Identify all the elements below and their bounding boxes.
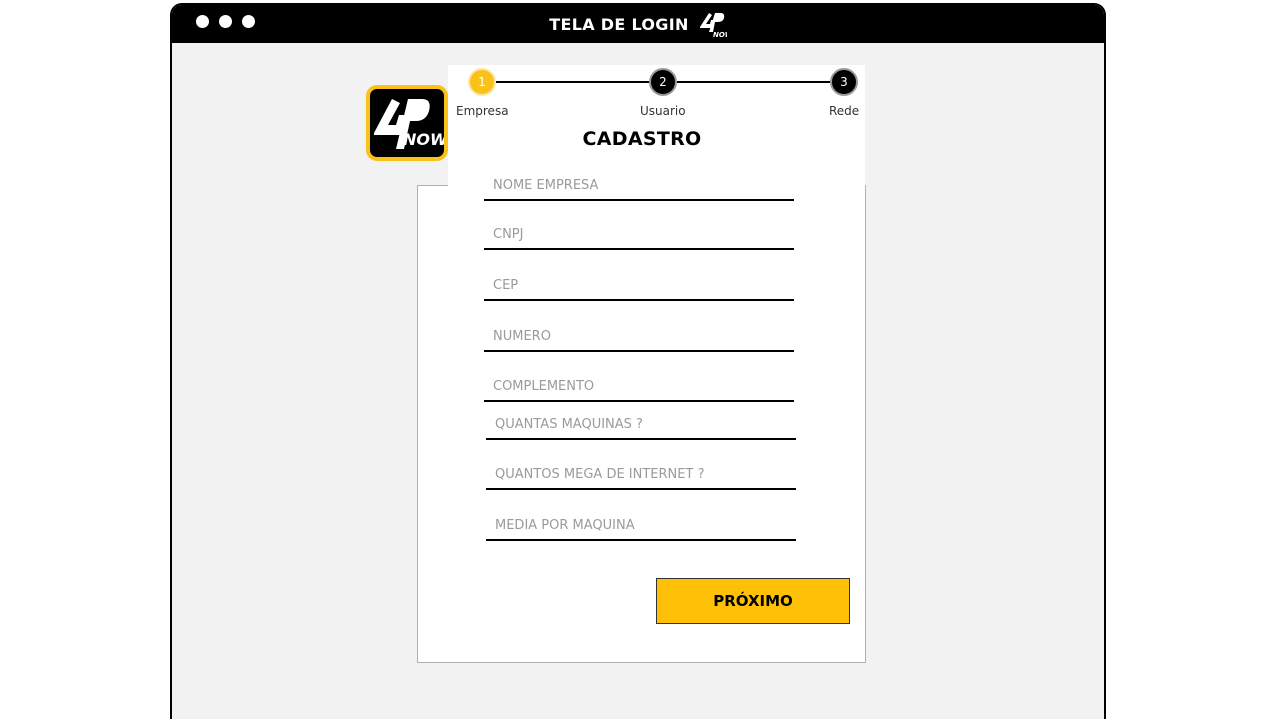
number-input[interactable] xyxy=(484,322,794,350)
cep-input[interactable] xyxy=(484,271,794,299)
step-1-label: Empresa xyxy=(456,104,509,118)
average-per-machine-field xyxy=(486,511,796,541)
step-2-label: Usuario xyxy=(640,104,686,118)
average-per-machine-input[interactable] xyxy=(486,511,796,539)
step-1-indicator[interactable]: 1 xyxy=(468,68,496,96)
company-name-field xyxy=(484,171,794,201)
step-2-indicator[interactable]: 2 xyxy=(649,68,677,96)
window-title: TELA DE LOGIN xyxy=(549,14,689,34)
complement-input[interactable] xyxy=(484,372,794,400)
number-field xyxy=(484,322,794,352)
next-button[interactable]: PRÓXIMO xyxy=(656,578,850,624)
brand-logo-icon: NOW xyxy=(366,85,448,161)
internet-speed-field xyxy=(486,460,796,490)
cnpj-input[interactable] xyxy=(484,220,794,248)
company-name-input[interactable] xyxy=(484,171,794,199)
complement-field xyxy=(484,372,794,402)
browser-window: TELA DE LOGIN NOW 1 2 3 Empresa Usuario … xyxy=(170,3,1106,719)
machines-count-input[interactable] xyxy=(486,410,796,438)
svg-text:NOW: NOW xyxy=(713,31,727,38)
cnpj-field xyxy=(484,220,794,250)
step-3-indicator[interactable]: 3 xyxy=(830,68,858,96)
window-titlebar: TELA DE LOGIN NOW xyxy=(172,5,1104,43)
stepper-connector-1 xyxy=(496,81,650,83)
machines-count-field xyxy=(486,410,796,440)
step-3-label: Rede xyxy=(829,104,860,118)
cep-field xyxy=(484,271,794,301)
internet-speed-input[interactable] xyxy=(486,460,796,488)
stepper-connector-2 xyxy=(677,81,831,83)
svg-text:NOW: NOW xyxy=(403,130,444,149)
form-title: CADASTRO xyxy=(582,128,702,150)
title-logo-icon: NOW xyxy=(697,10,732,39)
window-title-group: TELA DE LOGIN NOW xyxy=(172,5,1104,43)
